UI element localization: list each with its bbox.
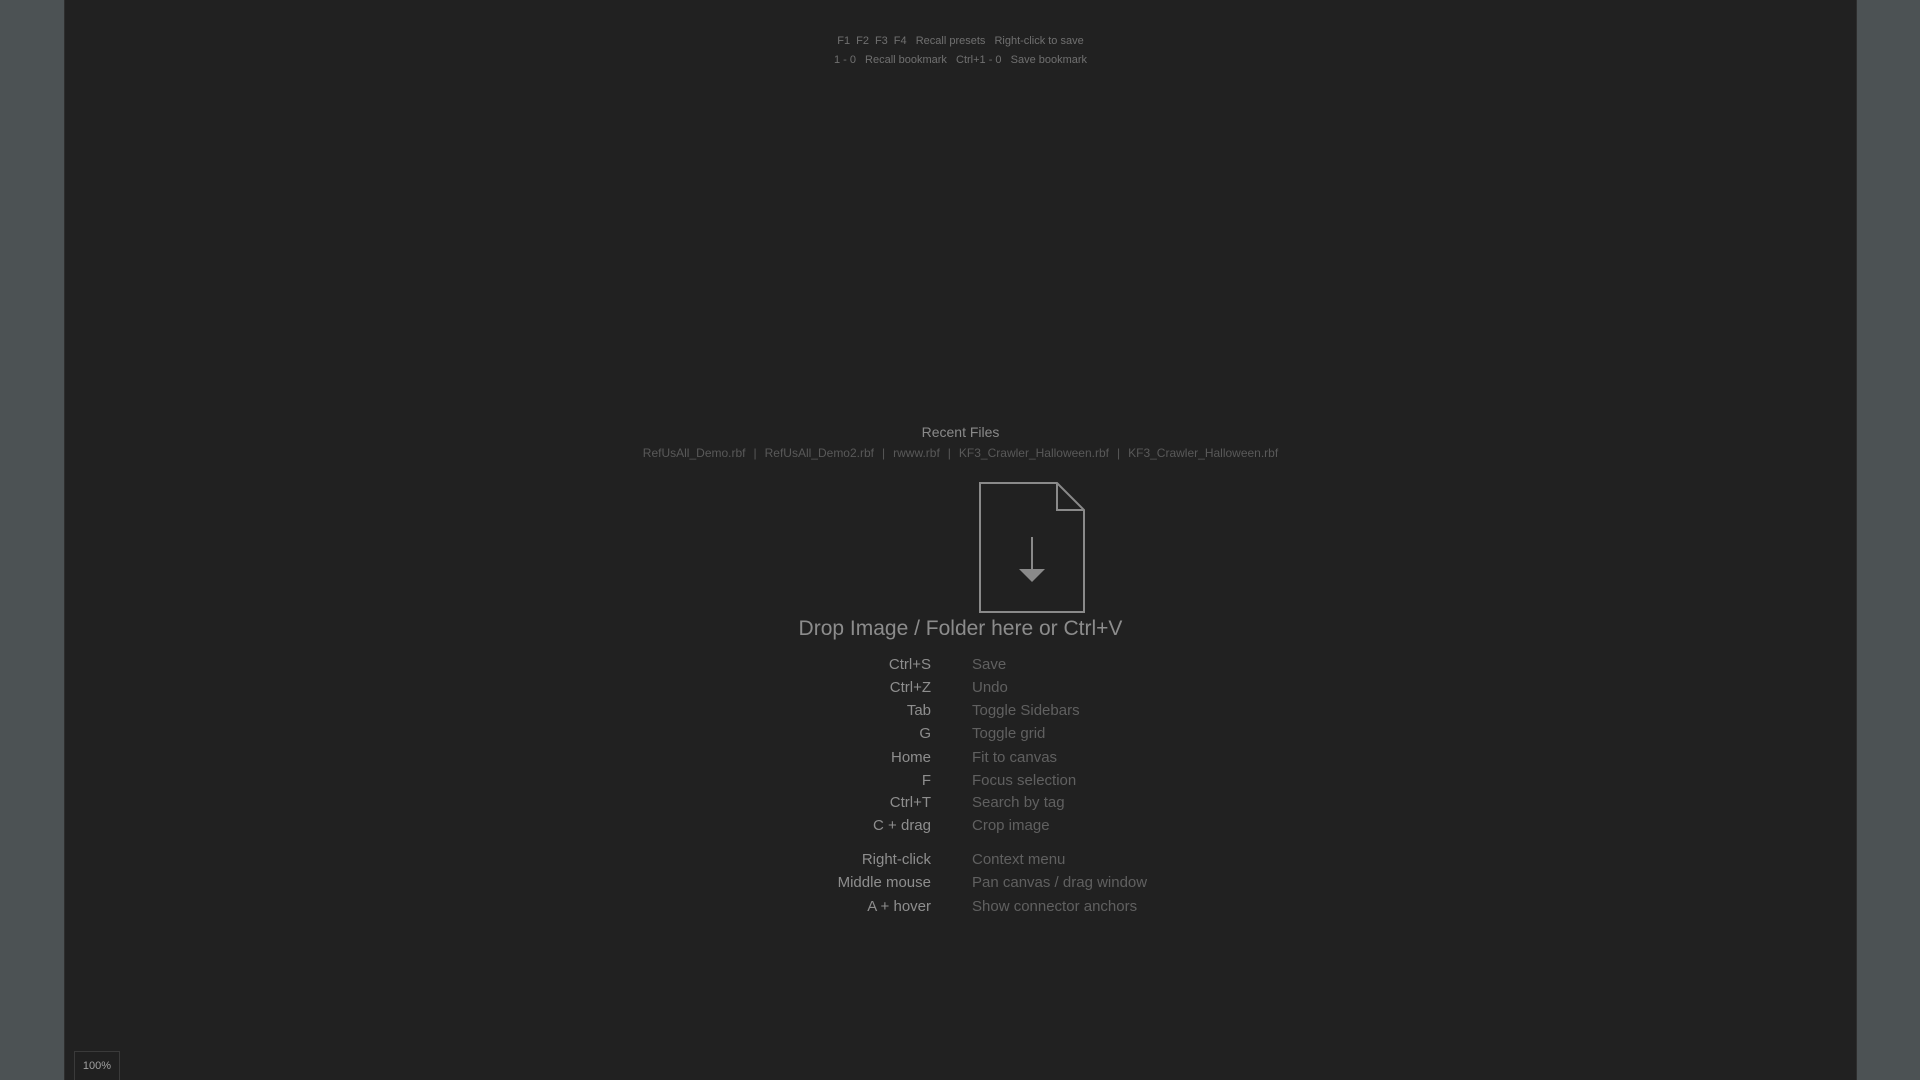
shortcut-row: Tab Toggle Sidebars — [65, 702, 1856, 726]
shortcut-key: Ctrl+Z — [889, 679, 931, 696]
hints-row-presets: F1 F2 F3 F4 Recall presets Right-click to s… — [65, 32, 1856, 51]
shortcut-row: G Toggle grid — [65, 725, 1856, 749]
shortcut-row: Ctrl+S Save — [65, 656, 1856, 680]
recent-file-link[interactable]: rwww.rbf — [893, 446, 940, 460]
shortcut-desc: Fit to canvas — [972, 749, 1058, 766]
shortcut-row: Middle mouse Pan canvas / drag window — [65, 874, 1856, 898]
hint-key-ctrl-digits: Ctrl+1 - 0 — [956, 54, 1002, 66]
recent-files-list: RefUsAll_Demo.rbf | RefUsAll_Demo2.rbf | rww… — [65, 446, 1856, 460]
right-sidebar — [1856, 0, 1920, 1080]
hint-recall-bookmark: Recall bookmark — [865, 54, 947, 66]
recent-file-link[interactable]: RefUsAll_Demo2.rbf — [765, 446, 874, 460]
shortcut-row: A + hover Show connector anchors — [65, 898, 1856, 922]
shortcut-key: C + drag — [873, 817, 931, 834]
shortcut-desc: Context menu — [972, 851, 1066, 868]
shortcut-row: Home Fit to canvas — [65, 749, 1856, 773]
hint-key-f3: F3 — [874, 35, 888, 47]
shortcut-desc: Search by tag — [972, 794, 1065, 811]
shortcut-desc: Pan canvas / drag window — [972, 874, 1148, 891]
shortcut-key: Right-click — [861, 851, 931, 868]
separator: | — [882, 446, 886, 460]
shortcut-key: G — [919, 725, 931, 742]
shortcut-desc: Crop image — [972, 817, 1050, 834]
shortcut-desc: Show connector anchors — [972, 898, 1138, 915]
shortcut-key: Ctrl+T — [889, 794, 931, 811]
recent-file-link[interactable]: RefUsAll_Demo.rbf — [643, 446, 746, 460]
recent-file-link[interactable]: KF3_Crawler_Halloween.rbf — [959, 446, 1109, 460]
shortcut-key: Tab — [906, 702, 931, 719]
shortcut-key: Middle mouse — [837, 874, 931, 891]
shortcut-row: C + drag Crop image — [65, 817, 1856, 841]
recent-files: Recent Files RefUsAll_Demo.rbf | RefUsAll_… — [65, 424, 1856, 460]
shortcut-desc: Save — [972, 656, 1007, 673]
shortcut-row: Ctrl+Z Undo — [65, 679, 1856, 703]
shortcut-desc: Toggle Sidebars — [972, 702, 1080, 719]
hints-row-bookmarks: 1 - 0 Recall bookmark Ctrl+1 - 0 Save bo… — [65, 51, 1856, 70]
left-sidebar — [0, 0, 64, 1080]
shortcut-key: Home — [890, 749, 931, 766]
shortcut-desc: Toggle grid — [972, 725, 1046, 742]
hotkey-hints: F1 F2 F3 F4 Recall presets Right-click to s… — [65, 32, 1856, 70]
shortcut-key: Ctrl+S — [888, 656, 931, 673]
shortcut-row: Ctrl+T Search by tag — [65, 794, 1856, 818]
hint-right-click-save: Right-click to save — [994, 35, 1084, 47]
file-download-icon — [979, 482, 1085, 613]
shortcut-key: A + hover — [867, 898, 931, 915]
separator: | — [1117, 446, 1121, 460]
hint-recall-presets: Recall presets — [915, 35, 986, 47]
hint-key-f4: F4 — [893, 35, 907, 47]
recent-files-title: Recent Files — [921, 424, 1000, 440]
drop-instructions: Drop Image / Folder here or Ctrl+V — [798, 617, 1123, 640]
hint-key-f2: F2 — [856, 35, 869, 47]
hint-key-digits: 1 - 0 — [833, 54, 856, 66]
recent-file-link[interactable]: KF3_Crawler_Halloween.rbf — [1128, 446, 1278, 460]
hint-save-bookmark: Save bookmark — [1010, 54, 1088, 66]
hint-key-f1: F1 — [837, 35, 851, 47]
zoom-indicator[interactable]: 100% — [74, 1051, 120, 1080]
separator: | — [947, 446, 951, 460]
shortcut-desc: Undo — [972, 679, 1008, 696]
shortcut-row: F Focus selection — [65, 772, 1856, 796]
separator: | — [753, 446, 757, 460]
shortcut-desc: Focus selection — [972, 772, 1077, 789]
shortcut-row: Right-click Context menu — [65, 851, 1856, 875]
canvas[interactable]: F1 F2 F3 F4 Recall presets Right-click to s… — [64, 0, 1857, 1080]
shortcut-key: F — [921, 772, 931, 789]
